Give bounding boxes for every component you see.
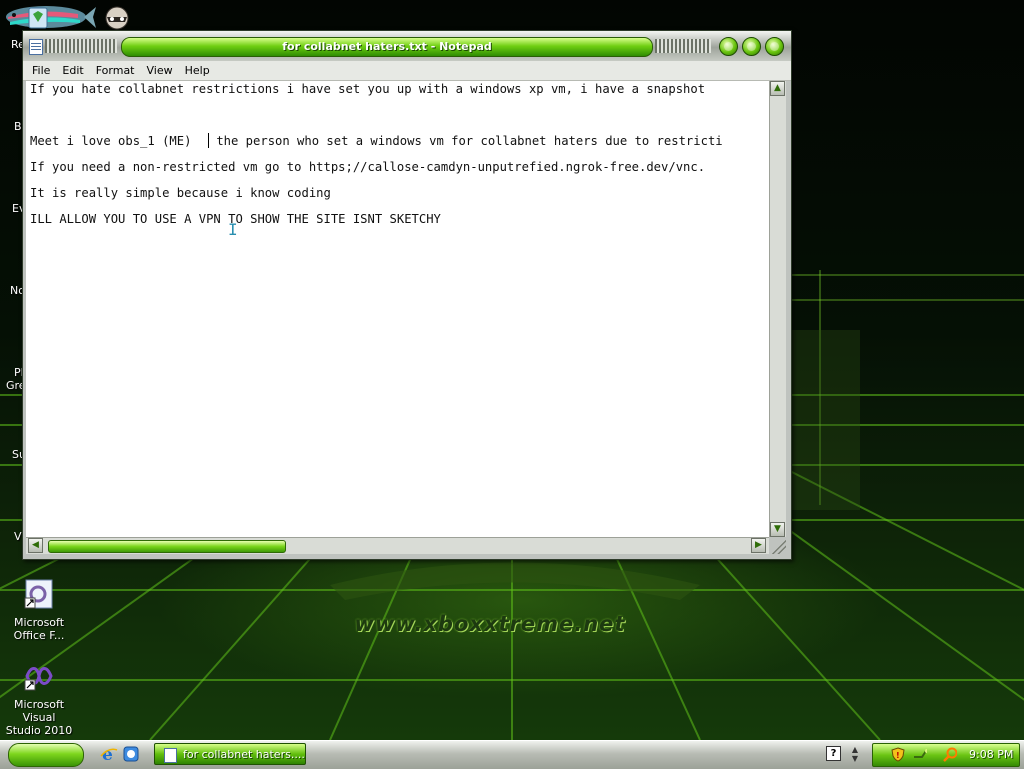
- scroll-up-button[interactable]: ▲: [770, 81, 785, 96]
- recycle-bin-icon[interactable]: [24, 2, 52, 30]
- shield-icon[interactable]: !: [891, 747, 905, 762]
- notepad-task-icon: [164, 748, 177, 763]
- close-button[interactable]: [765, 37, 784, 56]
- menu-bar: File Edit Format View Help: [23, 61, 791, 81]
- minimize-button[interactable]: [719, 37, 738, 56]
- office-icon: [24, 579, 53, 609]
- wallpaper-brand-text: www.xboxxtreme.net: [354, 612, 626, 636]
- text-line-3: If you need a non-restricted vm go to ht…: [30, 160, 706, 174]
- desktop-icon-visual-studio[interactable]: Microsoft Visual Studio 2010: [0, 660, 78, 737]
- show-desktop-icon[interactable]: [122, 745, 140, 763]
- taskbar: e for collabnet haters.... ? ▲ ▼ ! 9:08 P…: [0, 740, 1024, 769]
- taskbar-button-notepad[interactable]: for collabnet haters....: [154, 743, 306, 765]
- office-label-line1: Microsoft: [13, 616, 65, 629]
- help-icon[interactable]: ?: [826, 746, 841, 761]
- text-line-2a: Meet i love obs_1 (ME): [30, 134, 192, 148]
- chevron-up-down-icon[interactable]: ▲ ▼: [850, 745, 860, 763]
- resize-grip[interactable]: [770, 538, 786, 554]
- menu-edit[interactable]: Edit: [56, 61, 89, 80]
- menu-format[interactable]: Format: [90, 61, 141, 80]
- scroll-left-button[interactable]: ◀: [28, 538, 43, 553]
- office-label-line2: Office F...: [13, 629, 65, 642]
- text-line-4: It is really simple because i know codin…: [30, 186, 331, 200]
- vs-label-line2: Studio 2010: [5, 724, 73, 737]
- notepad-window[interactable]: for collabnet haters.txt - Notepad File E…: [22, 30, 792, 560]
- network-icon[interactable]: [913, 747, 927, 762]
- menu-view[interactable]: View: [141, 61, 179, 80]
- menu-help[interactable]: Help: [179, 61, 216, 80]
- title-bar[interactable]: for collabnet haters.txt - Notepad: [23, 31, 791, 62]
- system-tray: ! 9:08 PM: [872, 743, 1020, 767]
- svg-text:!: !: [896, 751, 900, 760]
- maximize-button[interactable]: [742, 37, 761, 56]
- search-icon[interactable]: [943, 747, 957, 762]
- visual-studio-icon: [24, 667, 53, 691]
- desktop-icon-office[interactable]: Microsoft Office F...: [0, 578, 78, 642]
- vertical-scrollbar[interactable]: ▲ ▼: [769, 81, 786, 537]
- ie-icon[interactable]: e: [100, 745, 118, 763]
- text-line-2b: the person who set a windows vm for coll…: [209, 134, 723, 148]
- window-title: for collabnet haters.txt - Notepad: [121, 37, 653, 57]
- taskbar-button-label: for collabnet haters....: [183, 748, 305, 761]
- scroll-down-button[interactable]: ▼: [770, 522, 785, 537]
- title-grip-left-pattern: [45, 39, 117, 53]
- ibeam-cursor: I: [228, 220, 238, 239]
- text-editor[interactable]: If you hate collabnet restrictions i hav…: [26, 81, 769, 537]
- start-button[interactable]: [8, 743, 84, 767]
- raccoon-icon[interactable]: [100, 3, 134, 31]
- text-line-1: If you hate collabnet restrictions i hav…: [30, 82, 706, 96]
- title-grip-right: [655, 39, 711, 53]
- clock[interactable]: 9:08 PM: [969, 744, 1013, 766]
- menu-file[interactable]: File: [23, 61, 56, 80]
- horizontal-scrollbar[interactable]: ◀ ▶: [26, 537, 769, 554]
- horizontal-scroll-thumb[interactable]: [48, 540, 286, 553]
- vs-label-line1: Microsoft Visual: [13, 698, 65, 724]
- scroll-right-button[interactable]: ▶: [751, 538, 766, 553]
